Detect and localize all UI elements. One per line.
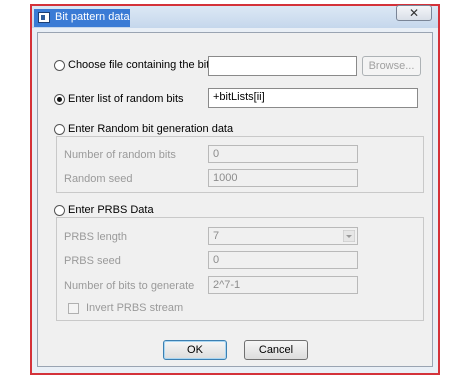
random-generation-label: Enter Random bit generation data: [68, 123, 234, 135]
bitlist-file-input[interactable]: [208, 56, 357, 76]
close-icon: ✕: [408, 6, 420, 20]
ok-button[interactable]: OK: [163, 340, 227, 360]
cancel-button[interactable]: Cancel: [244, 340, 308, 360]
prbs-seed-label: PRBS seed: [64, 255, 121, 267]
radio-prbs[interactable]: [54, 205, 65, 216]
random-seed-input[interactable]: 1000: [208, 169, 358, 187]
num-random-bits-label: Number of random bits: [64, 149, 176, 161]
choose-file-label: Choose file containing the bitlist: [68, 59, 223, 71]
window-app-icon: [38, 12, 50, 23]
browse-button[interactable]: Browse...: [362, 56, 421, 76]
random-bits-input[interactable]: +bitLists[ii]: [208, 88, 418, 108]
invert-prbs-label: Invert PRBS stream: [86, 302, 184, 314]
prbs-length-label: PRBS length: [64, 231, 127, 243]
random-list-label: Enter list of random bits: [68, 93, 184, 105]
radio-random-generation[interactable]: [54, 124, 65, 135]
prbs-length-select[interactable]: 7: [208, 227, 358, 245]
num-bits-generate-input[interactable]: 2^7-1: [208, 276, 358, 294]
close-button[interactable]: ✕: [396, 5, 432, 21]
chevron-down-icon: [343, 230, 355, 242]
num-random-bits-input[interactable]: 0: [208, 145, 358, 163]
prbs-length-value: 7: [213, 230, 220, 242]
radio-choose-file[interactable]: [54, 60, 65, 71]
invert-prbs-checkbox[interactable]: [68, 303, 79, 314]
prbs-label: Enter PRBS Data: [68, 204, 154, 216]
radio-random-list[interactable]: [54, 94, 65, 105]
window-title: Bit pattern data: [55, 11, 130, 23]
random-seed-label: Random seed: [64, 173, 133, 185]
prbs-seed-input[interactable]: 0: [208, 251, 358, 269]
num-bits-generate-label: Number of bits to generate: [64, 280, 195, 292]
